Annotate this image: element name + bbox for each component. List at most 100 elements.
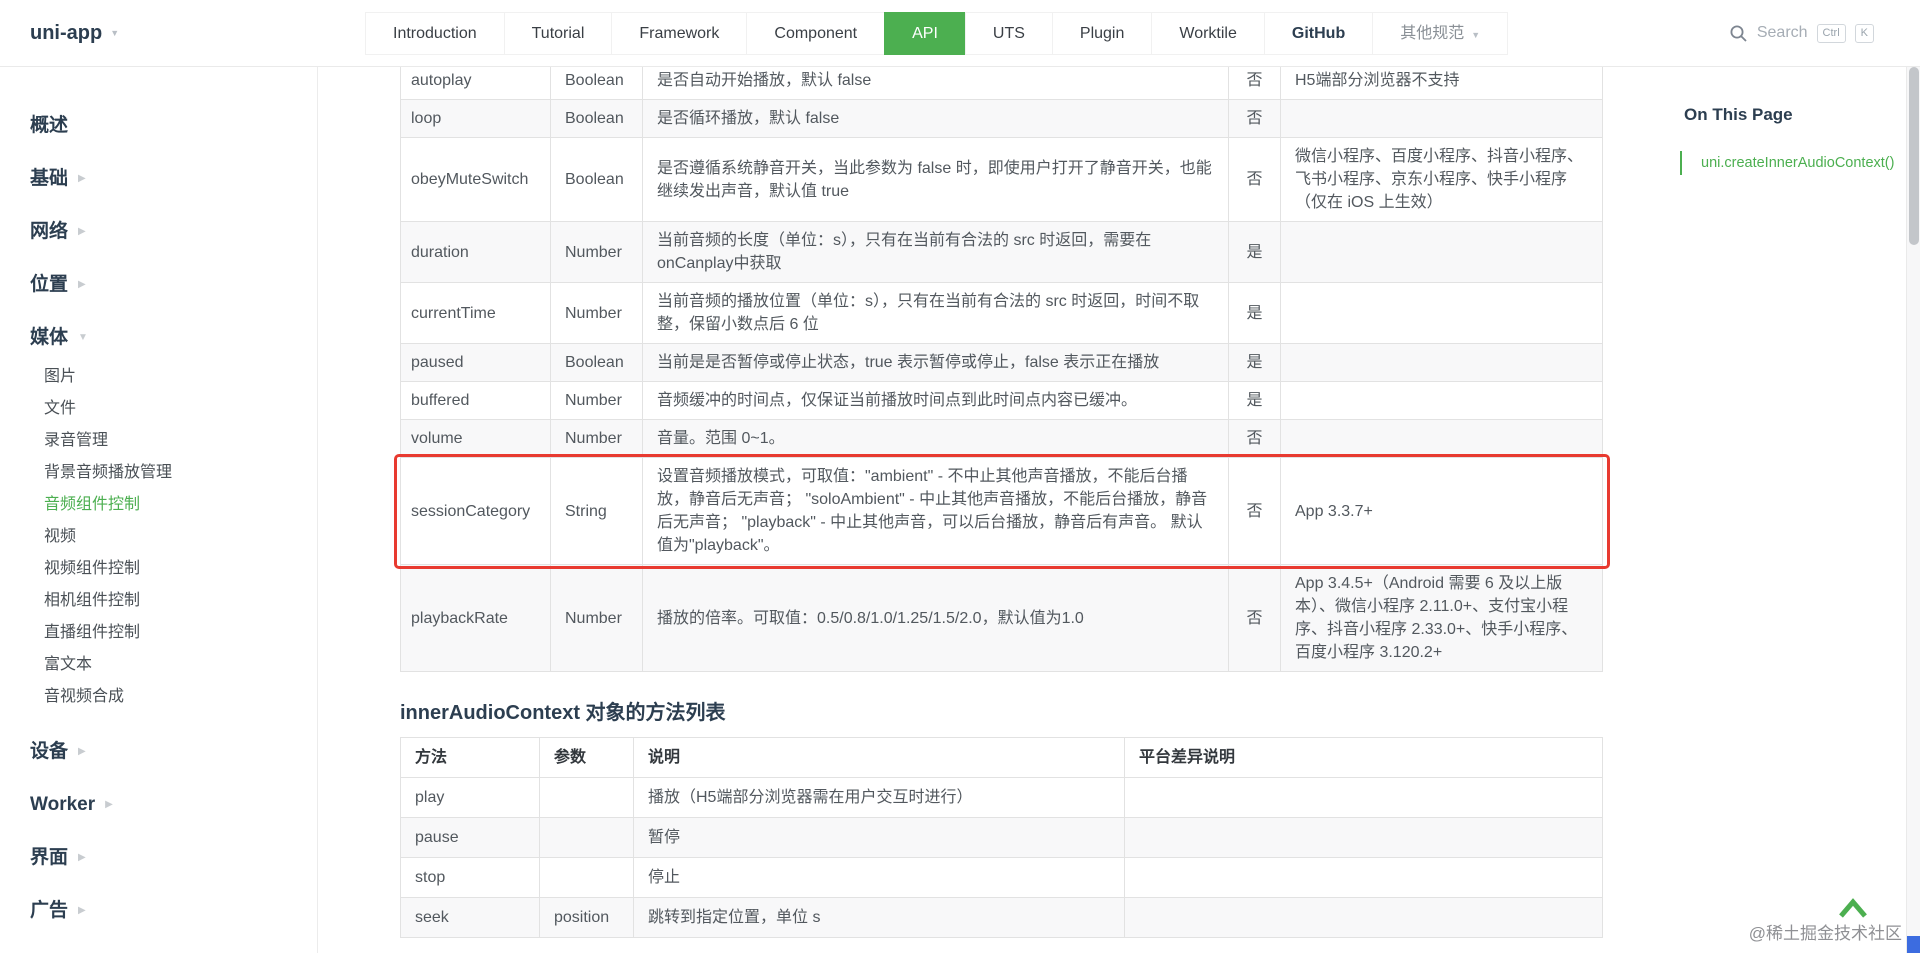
col-header-platform: 平台差异说明 <box>1124 737 1603 778</box>
properties-table: autoplay Boolean 是否自动开始播放，默认 false 否 H5端部分浏览… <box>400 61 1603 672</box>
sidebar-item-item-4-3[interactable]: 背景音频播放管理 <box>0 457 317 489</box>
sidebar: 概述基础 ▶ 网络 ▶ 位置 ▶ 媒体 ▼ 图片 文件 录音管理 背景音频播放管理 音频组件控制 视频 视频… <box>0 67 318 953</box>
search-box[interactable]: Search Ctrl K <box>1729 0 1874 66</box>
sidebar-item-item-5[interactable]: 设备 ▶ <box>30 738 317 766</box>
cell-desc: 播放（H5端部分浏览器需在用户交互时进行） <box>633 777 1125 818</box>
row-seek: seek position 跳转到指定位置，单位 s <box>400 897 1603 938</box>
cell-desc: 是否循环播放，默认 false <box>642 99 1229 138</box>
col-header-param: 参数 <box>539 737 634 778</box>
sidebar-item-item-4-6[interactable]: 视频组件控制 <box>0 553 317 585</box>
sidebar-item-item-2[interactable]: 网络 ▶ <box>30 218 317 246</box>
sidebar-item-label: 广告 <box>30 900 69 921</box>
cell-platform <box>1280 343 1603 382</box>
row-playbackRate: playbackRate Number 播放的倍率。可取值：0.5/0.8/1.0/… <box>400 564 1603 672</box>
chevron-right-icon: ▶ <box>78 852 86 863</box>
cell-name: sessionCategory <box>400 457 551 565</box>
chevron-down-icon: ▼ <box>78 332 88 343</box>
cell-platform <box>1124 857 1603 898</box>
row-sessionCategory: sessionCategory String 设置音频播放模式，可取值："ambie… <box>400 457 1603 565</box>
cell-platform <box>1124 897 1603 938</box>
sidebar-item-label: 设备 <box>30 741 69 762</box>
sidebar-item-item-7[interactable]: 界面 ▶ <box>30 844 317 872</box>
sidebar-item-item-1[interactable]: 基础 ▶ <box>30 165 317 193</box>
cell-type: Boolean <box>550 99 643 138</box>
row-autoplay: autoplay Boolean 是否自动开始播放，默认 false 否 H5端部分浏览… <box>400 61 1603 100</box>
nav-item-introduction[interactable]: Introduction <box>365 12 505 55</box>
scrollbar-thumb[interactable] <box>1909 67 1919 245</box>
sidebar-item-item-4-8[interactable]: 直播组件控制 <box>0 617 317 649</box>
primary-nav: Introduction Tutorial Framework Component AP… <box>365 12 1509 55</box>
chevron-right-icon: ▶ <box>78 746 86 757</box>
cell-platform <box>1280 221 1603 283</box>
row-stop: stop 停止 <box>400 857 1603 898</box>
sidebar-item-item-4-4[interactable]: 音频组件控制 <box>0 489 317 521</box>
cell-param: position <box>539 897 634 938</box>
cell-param <box>539 817 634 858</box>
sidebar-item-item-4-1[interactable]: 文件 <box>0 393 317 425</box>
cell-required: 否 <box>1228 99 1281 138</box>
cell-name: volume <box>400 419 551 458</box>
cell-method: play <box>400 777 540 818</box>
chevron-right-icon: ▶ <box>78 173 86 184</box>
app-logo[interactable]: uni-app ▼ <box>30 0 119 66</box>
cell-type: Number <box>550 419 643 458</box>
scrollbar[interactable] <box>1906 0 1920 953</box>
sidebar-item-item-3[interactable]: 位置 ▶ <box>30 271 317 299</box>
sidebar-item-item-0[interactable]: 概述 <box>30 112 317 140</box>
cell-required: 否 <box>1228 61 1281 100</box>
cell-type: Number <box>550 381 643 420</box>
cell-platform <box>1280 99 1603 138</box>
row-currentTime: currentTime Number 当前音频的播放位置（单位：s），只有在当前有合… <box>400 282 1603 344</box>
nav-item-label: Plugin <box>1079 25 1125 42</box>
sidebar-item-item-4-9[interactable]: 富文本 <box>0 649 317 681</box>
cell-platform <box>1280 419 1603 458</box>
sidebar-item-item-4[interactable]: 媒体 ▼ <box>30 324 317 352</box>
on-this-page-title: On This Page <box>1684 105 1793 124</box>
top-nav: uni-app ▼ Introduction Tutorial Framework C… <box>0 0 1920 67</box>
nav-item-label: Worktile <box>1179 25 1237 42</box>
cell-type: Number <box>550 564 643 672</box>
sidebar-item-item-4-0[interactable]: 图片 <box>0 361 317 393</box>
row-pause: pause 暂停 <box>400 817 1603 858</box>
nav-item-component[interactable]: Component <box>746 12 886 55</box>
chevron-right-icon: ▶ <box>78 226 86 237</box>
nav-item-label: API <box>912 25 938 42</box>
nav-item-label: GitHub <box>1291 25 1346 42</box>
nav-item-framework[interactable]: Framework <box>611 12 748 55</box>
nav-item-plugin[interactable]: Plugin <box>1051 12 1153 55</box>
sidebar-item-label: 网络 <box>30 221 69 242</box>
sidebar-item-worker[interactable]: Worker ▶ <box>30 791 317 819</box>
on-this-page-panel: On This Page uni.createInnerAudioContext… <box>1680 105 1916 175</box>
cell-type: Boolean <box>550 61 643 100</box>
sidebar-item-item-4-7[interactable]: 相机组件控制 <box>0 585 317 617</box>
cell-desc: 设置音频播放模式，可取值："ambient" - 不中止其他声音播放，不能后台播… <box>642 457 1229 565</box>
nav-item-worktile[interactable]: Worktile <box>1151 12 1265 55</box>
chevron-down-icon: ▼ <box>110 28 120 38</box>
col-header-method: 方法 <box>400 737 540 778</box>
cell-method: seek <box>400 897 540 938</box>
row-play: play 播放（H5端部分浏览器需在用户交互时进行） <box>400 777 1603 818</box>
sidebar-item-item-4-10[interactable]: 音视频合成 <box>0 681 317 713</box>
nav-item-github[interactable]: GitHub <box>1263 12 1374 55</box>
watermark: @稀土掘金技术社区 <box>1748 924 1902 943</box>
cell-platform: 微信小程序、百度小程序、抖音小程序、飞书小程序、京东小程序、快手小程序（仅在 i… <box>1280 137 1603 222</box>
sidebar-item-label: Worker <box>30 794 96 815</box>
cell-required: 否 <box>1228 419 1281 458</box>
sidebar-item-label: 界面 <box>30 847 69 868</box>
sidebar-group: 图片 文件 录音管理 背景音频播放管理 音频组件控制 视频 视频组件控制 相机组件控制 直播组件… <box>0 361 317 713</box>
nav-item-api[interactable]: API <box>884 12 966 55</box>
chevron-down-icon: ▼ <box>1471 30 1481 40</box>
nav-item-uts[interactable]: UTS <box>964 12 1053 55</box>
nav-item-label: Introduction <box>393 25 477 42</box>
cell-desc: 停止 <box>633 857 1125 898</box>
cell-platform: H5端部分浏览器不支持 <box>1280 61 1603 100</box>
sidebar-item-item-8[interactable]: 广告 ▶ <box>30 897 317 925</box>
sidebar-item-label: 媒体 <box>30 327 69 348</box>
nav-item-tutorial[interactable]: Tutorial <box>503 12 613 55</box>
cell-required: 是 <box>1228 282 1281 344</box>
toc-link-unicreateinneraudiocontext[interactable]: uni.createInnerAudioContext() <box>1680 151 1916 175</box>
nav-item-item-9[interactable]: 其他规范 ▼ <box>1372 12 1509 55</box>
search-placeholder: Search <box>1756 24 1808 41</box>
sidebar-item-item-4-5[interactable]: 视频 <box>0 521 317 553</box>
sidebar-item-item-4-2[interactable]: 录音管理 <box>0 425 317 457</box>
